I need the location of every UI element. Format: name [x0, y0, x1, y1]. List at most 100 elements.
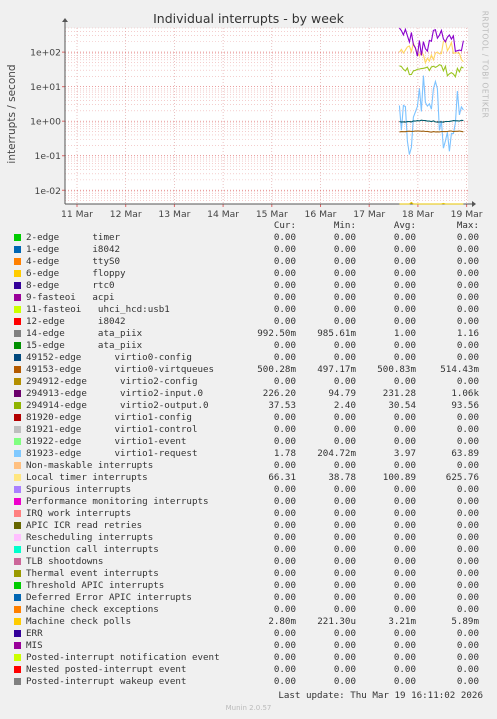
legend-row: Spurious interrupts 0.00 0.00 0.00 0.00: [0, 484, 497, 496]
legend-max-value: 0.00: [456, 508, 479, 519]
legend-max-value: 0.00: [456, 568, 479, 579]
legend-min-value: 0.00: [333, 424, 356, 435]
legend-min-value: 0.00: [333, 232, 356, 243]
legend-avg-value: 0.00: [393, 652, 416, 663]
legend-row: 2-edge timer 0.00 0.00 0.00 0.00: [0, 232, 497, 244]
legend-avg-value: 0.00: [393, 580, 416, 591]
x-tick-label: 13 Mar: [158, 209, 190, 220]
legend-avg-value: 3.97: [393, 448, 416, 459]
legend-label: Local timer interrupts: [26, 472, 148, 483]
legend-label: 81922-edge virtio1-event: [26, 436, 187, 447]
legend-min-value: 0.00: [333, 376, 356, 387]
legend-row: 81923-edge virtio1-request 1.78 204.72m 3.9…: [0, 448, 497, 460]
legend-row: Non-maskable interrupts 0.00 0.00 0.00 0.00: [0, 460, 497, 472]
legend-row: 81920-edge virtio1-config 0.00 0.00 0.00 0.0…: [0, 412, 497, 424]
legend-row: MIS 0.00 0.00 0.00 0.00: [0, 640, 497, 652]
legend-swatch: [14, 438, 21, 445]
y-tick-label: 1e+00: [30, 117, 61, 128]
legend-avg-value: 0.00: [393, 352, 416, 363]
legend-swatch: [14, 654, 21, 661]
legend-cur-value: 37.53: [268, 400, 296, 411]
legend-swatch: [14, 270, 21, 277]
legend-cur-value: 66.31: [268, 472, 296, 483]
legend-row: 81921-edge virtio1-control 0.00 0.00 0.00 0.…: [0, 424, 497, 436]
legend-avg-value: 500.83m: [377, 364, 416, 375]
legend-max-value: 0.00: [456, 376, 479, 387]
legend-swatch: [14, 354, 21, 361]
y-tick-label: 1e+01: [30, 82, 61, 93]
legend-min-value: 0.00: [333, 652, 356, 663]
legend-avg-value: 0.00: [393, 544, 416, 555]
legend-swatch: [14, 306, 21, 313]
legend-row: Posted-interrupt wakeup event 0.00 0.00 0.0…: [0, 676, 497, 688]
legend-max-value: 0.00: [456, 628, 479, 639]
legend-row: APIC ICR read retries 0.00 0.00 0.00 0.00: [0, 520, 497, 532]
x-tick-label: 17 Mar: [353, 209, 385, 220]
legend-label: 1-edge i8042: [26, 244, 121, 255]
legend-row: Thermal event interrupts 0.00 0.00 0.00 0.00: [0, 568, 497, 580]
legend-swatch: [14, 606, 21, 613]
legend-avg-value: 3.21m: [388, 616, 416, 627]
legend-min-value: 985.61m: [317, 328, 356, 339]
legend-row: 12-edge i8042 0.00 0.00 0.00 0.00: [0, 316, 497, 328]
legend-label: ERR: [26, 628, 43, 639]
legend-cur-value: 0.00: [273, 460, 296, 471]
legend-min-value: 0.00: [333, 304, 356, 315]
legend-max-value: 0.00: [456, 484, 479, 495]
legend-cur-value: 0.00: [273, 676, 296, 687]
legend-label: 294912-edge virtio2-config: [26, 376, 198, 387]
legend-row: Threshold APIC interrupts 0.00 0.00 0.00 0.0…: [0, 580, 497, 592]
y-tick-label: 1e-01: [34, 151, 61, 162]
legend-row: 81922-edge virtio1-event 0.00 0.00 0.00 0.00: [0, 436, 497, 448]
legend-avg-value: 0.00: [393, 568, 416, 579]
legend-min-value: 0.00: [333, 580, 356, 591]
legend-cur-value: 0.00: [273, 304, 296, 315]
legend-avg-value: 0.00: [393, 604, 416, 615]
legend-label: 294913-edge virtio2-input.0: [26, 388, 204, 399]
legend-max-value: 0.00: [456, 244, 479, 255]
legend-row: Posted-interrupt notification event 0.00 0…: [0, 652, 497, 664]
legend-avg-value: 0.00: [393, 592, 416, 603]
legend-label: 49153-edge virtio0-virtqueues: [26, 364, 215, 375]
legend-row: 15-edge ata_piix 0.00 0.00 0.00 0.00: [0, 340, 497, 352]
legend-row: TLB shootdowns 0.00 0.00 0.00 0.00: [0, 556, 497, 568]
legend-min-value: 0.00: [333, 520, 356, 531]
legend-label: Machine check exceptions: [26, 604, 159, 615]
legend-avg-value: 0.00: [393, 508, 416, 519]
x-tick-label: 16 Mar: [305, 209, 337, 220]
legend-max-value: 0.00: [456, 256, 479, 267]
legend-cur-value: 0.00: [273, 652, 296, 663]
legend-avg-value: 0.00: [393, 424, 416, 435]
legend-avg-value: 0.00: [393, 532, 416, 543]
legend-row: 4-edge ttyS0 0.00 0.00 0.00 0.00: [0, 256, 497, 268]
legend-swatch: [14, 534, 21, 541]
legend-swatch: [14, 390, 21, 397]
legend-max-value: 0.00: [456, 352, 479, 363]
legend-row: 14-edge ata_piix 992.50m 985.61m 1.00 1.16: [0, 328, 497, 340]
legend-row: 294914-edge virtio2-output.0 37.53 2.40 30.…: [0, 400, 497, 412]
legend-max-value: 1.06k: [451, 388, 479, 399]
legend-cur-value: 2.80m: [268, 616, 296, 627]
legend-swatch: [14, 522, 21, 529]
legend-cur-value: 500.28m: [257, 364, 296, 375]
legend-avg-value: 0.00: [393, 340, 416, 351]
legend-min-value: 0.00: [333, 676, 356, 687]
legend-label: 81920-edge virtio1-config: [26, 412, 192, 423]
legend-max-value: 0.00: [456, 316, 479, 327]
legend-cur-value: 0.00: [273, 244, 296, 255]
legend-min-value: 0.00: [333, 592, 356, 603]
legend-row: 8-edge rtc0 0.00 0.00 0.00 0.00: [0, 280, 497, 292]
legend-swatch: [14, 462, 21, 469]
legend-label: 12-edge i8042: [26, 316, 126, 327]
legend-label: 6-edge floppy: [26, 268, 126, 279]
legend-label: 81923-edge virtio1-request: [26, 448, 198, 459]
legend-swatch: [14, 666, 21, 673]
legend-max-value: 0.00: [456, 652, 479, 663]
legend-max-value: 1.16: [456, 328, 479, 339]
legend-row: 49153-edge virtio0-virtqueues 500.28m 497.…: [0, 364, 497, 376]
legend-label: IRQ work interrupts: [26, 508, 132, 519]
legend-avg-value: 0.00: [393, 628, 416, 639]
legend-label: Posted-interrupt wakeup event: [26, 676, 187, 687]
legend-min-value: 0.00: [333, 628, 356, 639]
header-min: Min:: [333, 220, 356, 231]
